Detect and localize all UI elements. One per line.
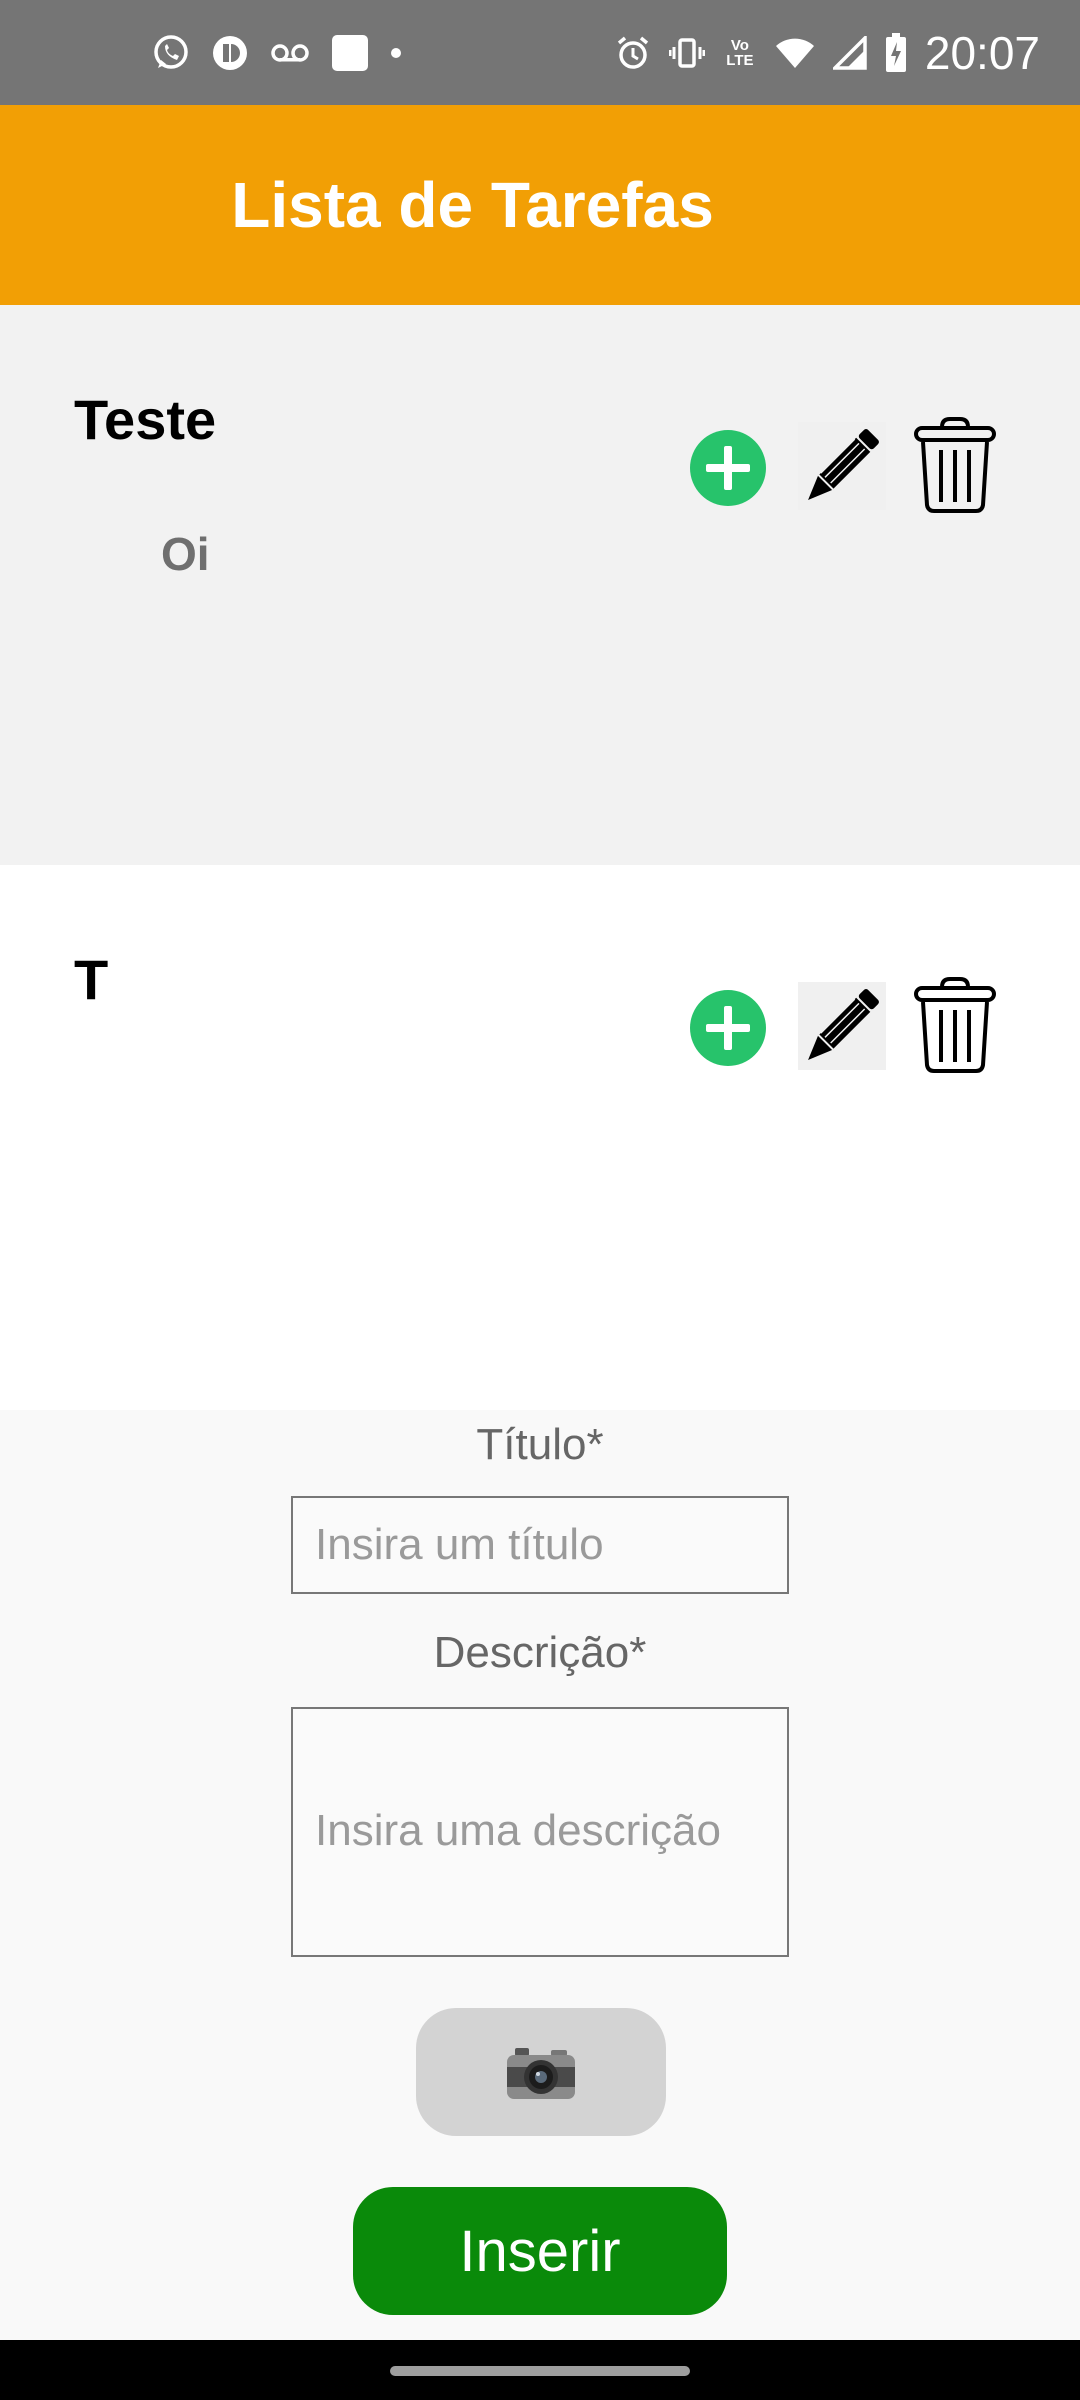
description-label: Descrição*: [433, 1628, 647, 1677]
home-gesture-handle[interactable]: [390, 2366, 690, 2376]
signal-icon: [832, 36, 867, 70]
task-actions: [690, 417, 1010, 517]
insert-button[interactable]: Inserir: [353, 2187, 727, 2315]
task-card: T: [0, 865, 1080, 1410]
plus-icon: [706, 446, 750, 490]
pencil-icon: [808, 429, 879, 500]
square-icon: [332, 35, 368, 71]
camera-button[interactable]: [416, 2008, 666, 2136]
delete-button[interactable]: [912, 417, 998, 513]
vibrate-icon: [668, 35, 705, 71]
pencil-icon: [808, 989, 879, 1060]
edit-button[interactable]: [798, 982, 886, 1070]
task-title: T: [74, 948, 109, 1011]
trash-icon: [914, 417, 996, 513]
dot-icon: [390, 47, 402, 59]
delete-button[interactable]: [912, 977, 998, 1073]
whatsapp-icon: [152, 34, 190, 72]
notification-icons: [152, 30, 402, 76]
battery-icon: [885, 33, 907, 73]
page-title: Lista de Tarefas: [231, 169, 714, 241]
navigation-bar: [0, 2340, 1080, 2400]
trash-icon: [914, 977, 996, 1073]
task-actions: [690, 977, 1010, 1077]
task-card: Teste Oi: [0, 305, 1080, 865]
title-input[interactable]: [291, 1496, 789, 1594]
wifi-icon: [775, 36, 815, 70]
status-time: 20:07: [924, 27, 1040, 79]
task-title: Teste: [74, 388, 217, 451]
app-header: Lista de Tarefas: [0, 105, 1080, 305]
title-label: Título*: [476, 1420, 604, 1469]
task-description: Oi: [161, 528, 210, 580]
app-icon: [212, 35, 248, 71]
voicemail-icon: [270, 41, 310, 65]
add-button[interactable]: [690, 430, 766, 506]
alarm-icon: [615, 35, 651, 71]
camera-icon: [507, 2048, 575, 2099]
task-form: Título* Descrição* Inserir: [0, 1410, 1080, 2340]
add-button[interactable]: [690, 990, 766, 1066]
volte-icon: Vo LTE: [726, 37, 754, 69]
plus-icon: [706, 1006, 750, 1050]
description-input[interactable]: [291, 1707, 789, 1957]
edit-button[interactable]: [798, 422, 886, 510]
system-icons: Vo LTE 20:07: [615, 22, 1040, 84]
status-bar: Vo LTE 20:07: [0, 0, 1080, 105]
